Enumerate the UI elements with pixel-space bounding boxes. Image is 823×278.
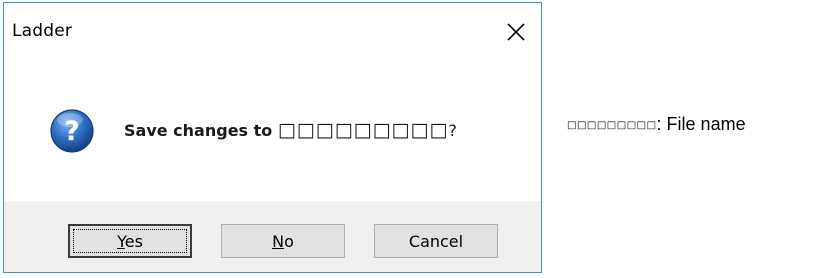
note-text: : File name xyxy=(656,114,746,134)
message-suffix: ? xyxy=(448,121,457,140)
yes-button-label: Yes xyxy=(117,231,143,251)
note-placeholder: □□□□□□□□□ xyxy=(567,120,657,131)
dialog-body: ? Save changes to □□□□□□□□□? xyxy=(4,63,541,201)
close-button[interactable] xyxy=(501,17,531,47)
dialog-message: Save changes to □□□□□□□□□? xyxy=(124,119,457,141)
file-name-placeholder: □□□□□□□□□ xyxy=(277,119,449,141)
title-bar: Ladder xyxy=(4,3,541,63)
button-bar: Yes No Cancel xyxy=(4,201,541,272)
cancel-button-label: Cancel xyxy=(408,231,464,251)
no-button-label: No xyxy=(272,231,294,251)
no-button[interactable]: No xyxy=(221,224,345,258)
cancel-button[interactable]: Cancel xyxy=(374,224,498,258)
dialog-title: Ladder xyxy=(12,21,73,41)
close-icon xyxy=(507,23,525,41)
save-changes-dialog: Ladder ? Save changes to □□□□□□□□□? Yes … xyxy=(3,2,542,273)
question-icon: ? xyxy=(49,108,95,154)
svg-text:?: ? xyxy=(64,116,80,147)
message-prefix: Save changes to xyxy=(124,121,278,140)
screenshot-stage: Ladder ? Save changes to □□□□□□□□□? Yes … xyxy=(0,0,823,278)
file-name-note: □□□□□□□□□: File name xyxy=(567,114,746,135)
yes-button[interactable]: Yes xyxy=(68,224,192,258)
